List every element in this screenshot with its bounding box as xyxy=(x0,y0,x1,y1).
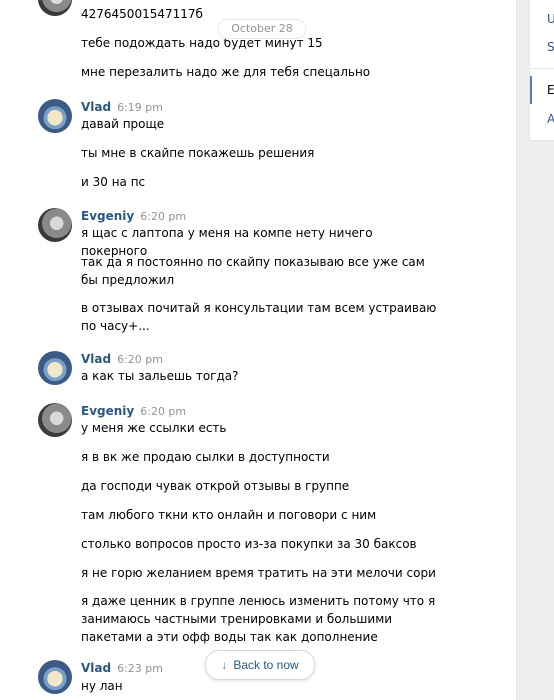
message-text: мне перезалить надо же для тебя спецальн… xyxy=(81,65,371,79)
right-side-panel: U S E A xyxy=(529,0,554,141)
message-time: 6:20 pm xyxy=(117,353,163,366)
panel-item[interactable]: U xyxy=(547,12,554,26)
avatar[interactable] xyxy=(38,99,72,133)
panel-item[interactable]: A xyxy=(547,112,554,126)
message-text: в отзывах почитай я консультации там все… xyxy=(81,301,437,333)
date-separator: October 28 xyxy=(218,19,306,39)
message-text: я в вк же продаю сылки в доступности xyxy=(81,450,330,464)
message-time: 6:20 pm xyxy=(140,210,187,223)
message-time: 6:20 pm xyxy=(140,405,187,418)
divider xyxy=(530,68,554,69)
message-text: я даже ценник в группе ленюсь изменить п… xyxy=(81,594,436,644)
message-text: столько вопросов просто из-за покупки за… xyxy=(81,537,417,551)
message-text: я не горю желанием время тратить на эти … xyxy=(81,566,436,580)
sender-name[interactable]: Evgeniy 6:20 pm xyxy=(81,404,186,418)
avatar[interactable] xyxy=(38,403,72,437)
message-text: а как ты зальешь тогда? xyxy=(81,369,239,383)
chat-history: 427645001547117б тебе подождать надо буд… xyxy=(0,0,517,700)
message-text: и 30 на пс xyxy=(81,175,146,189)
avatar[interactable] xyxy=(38,660,72,694)
panel-item[interactable]: S xyxy=(547,40,554,54)
message-text: так да я постоянно по скайпу показываю в… xyxy=(81,255,425,287)
message-time: 6:23 pm xyxy=(117,662,163,675)
message-text: у меня же ссылки есть xyxy=(81,421,227,435)
back-to-now-label: Back to now xyxy=(233,658,299,672)
message-time: 6:19 pm xyxy=(117,101,163,114)
arrow-down-icon: ↓ xyxy=(221,658,228,672)
back-to-now-button[interactable]: ↓ Back to now xyxy=(205,650,315,680)
panel-item-active[interactable]: E xyxy=(547,83,554,97)
avatar[interactable] xyxy=(38,0,72,16)
sender-name[interactable]: Vlad 6:23 pm xyxy=(81,661,163,675)
sender-name[interactable]: Evgeniy 6:20 pm xyxy=(81,209,186,223)
message-text: давай проще xyxy=(81,117,165,131)
message-text: ты мне в скайпе покажешь решения xyxy=(81,146,315,160)
active-indicator xyxy=(530,76,532,104)
avatar[interactable] xyxy=(38,351,72,385)
message-text: да господи чувак открой отзывы в группе xyxy=(81,479,350,493)
avatar[interactable] xyxy=(38,208,72,242)
message-text: там любого ткни кто онлайн и поговори с … xyxy=(81,508,377,522)
sender-name[interactable]: Vlad 6:19 pm xyxy=(81,100,163,114)
sender-name[interactable]: Vlad 6:20 pm xyxy=(81,352,163,366)
